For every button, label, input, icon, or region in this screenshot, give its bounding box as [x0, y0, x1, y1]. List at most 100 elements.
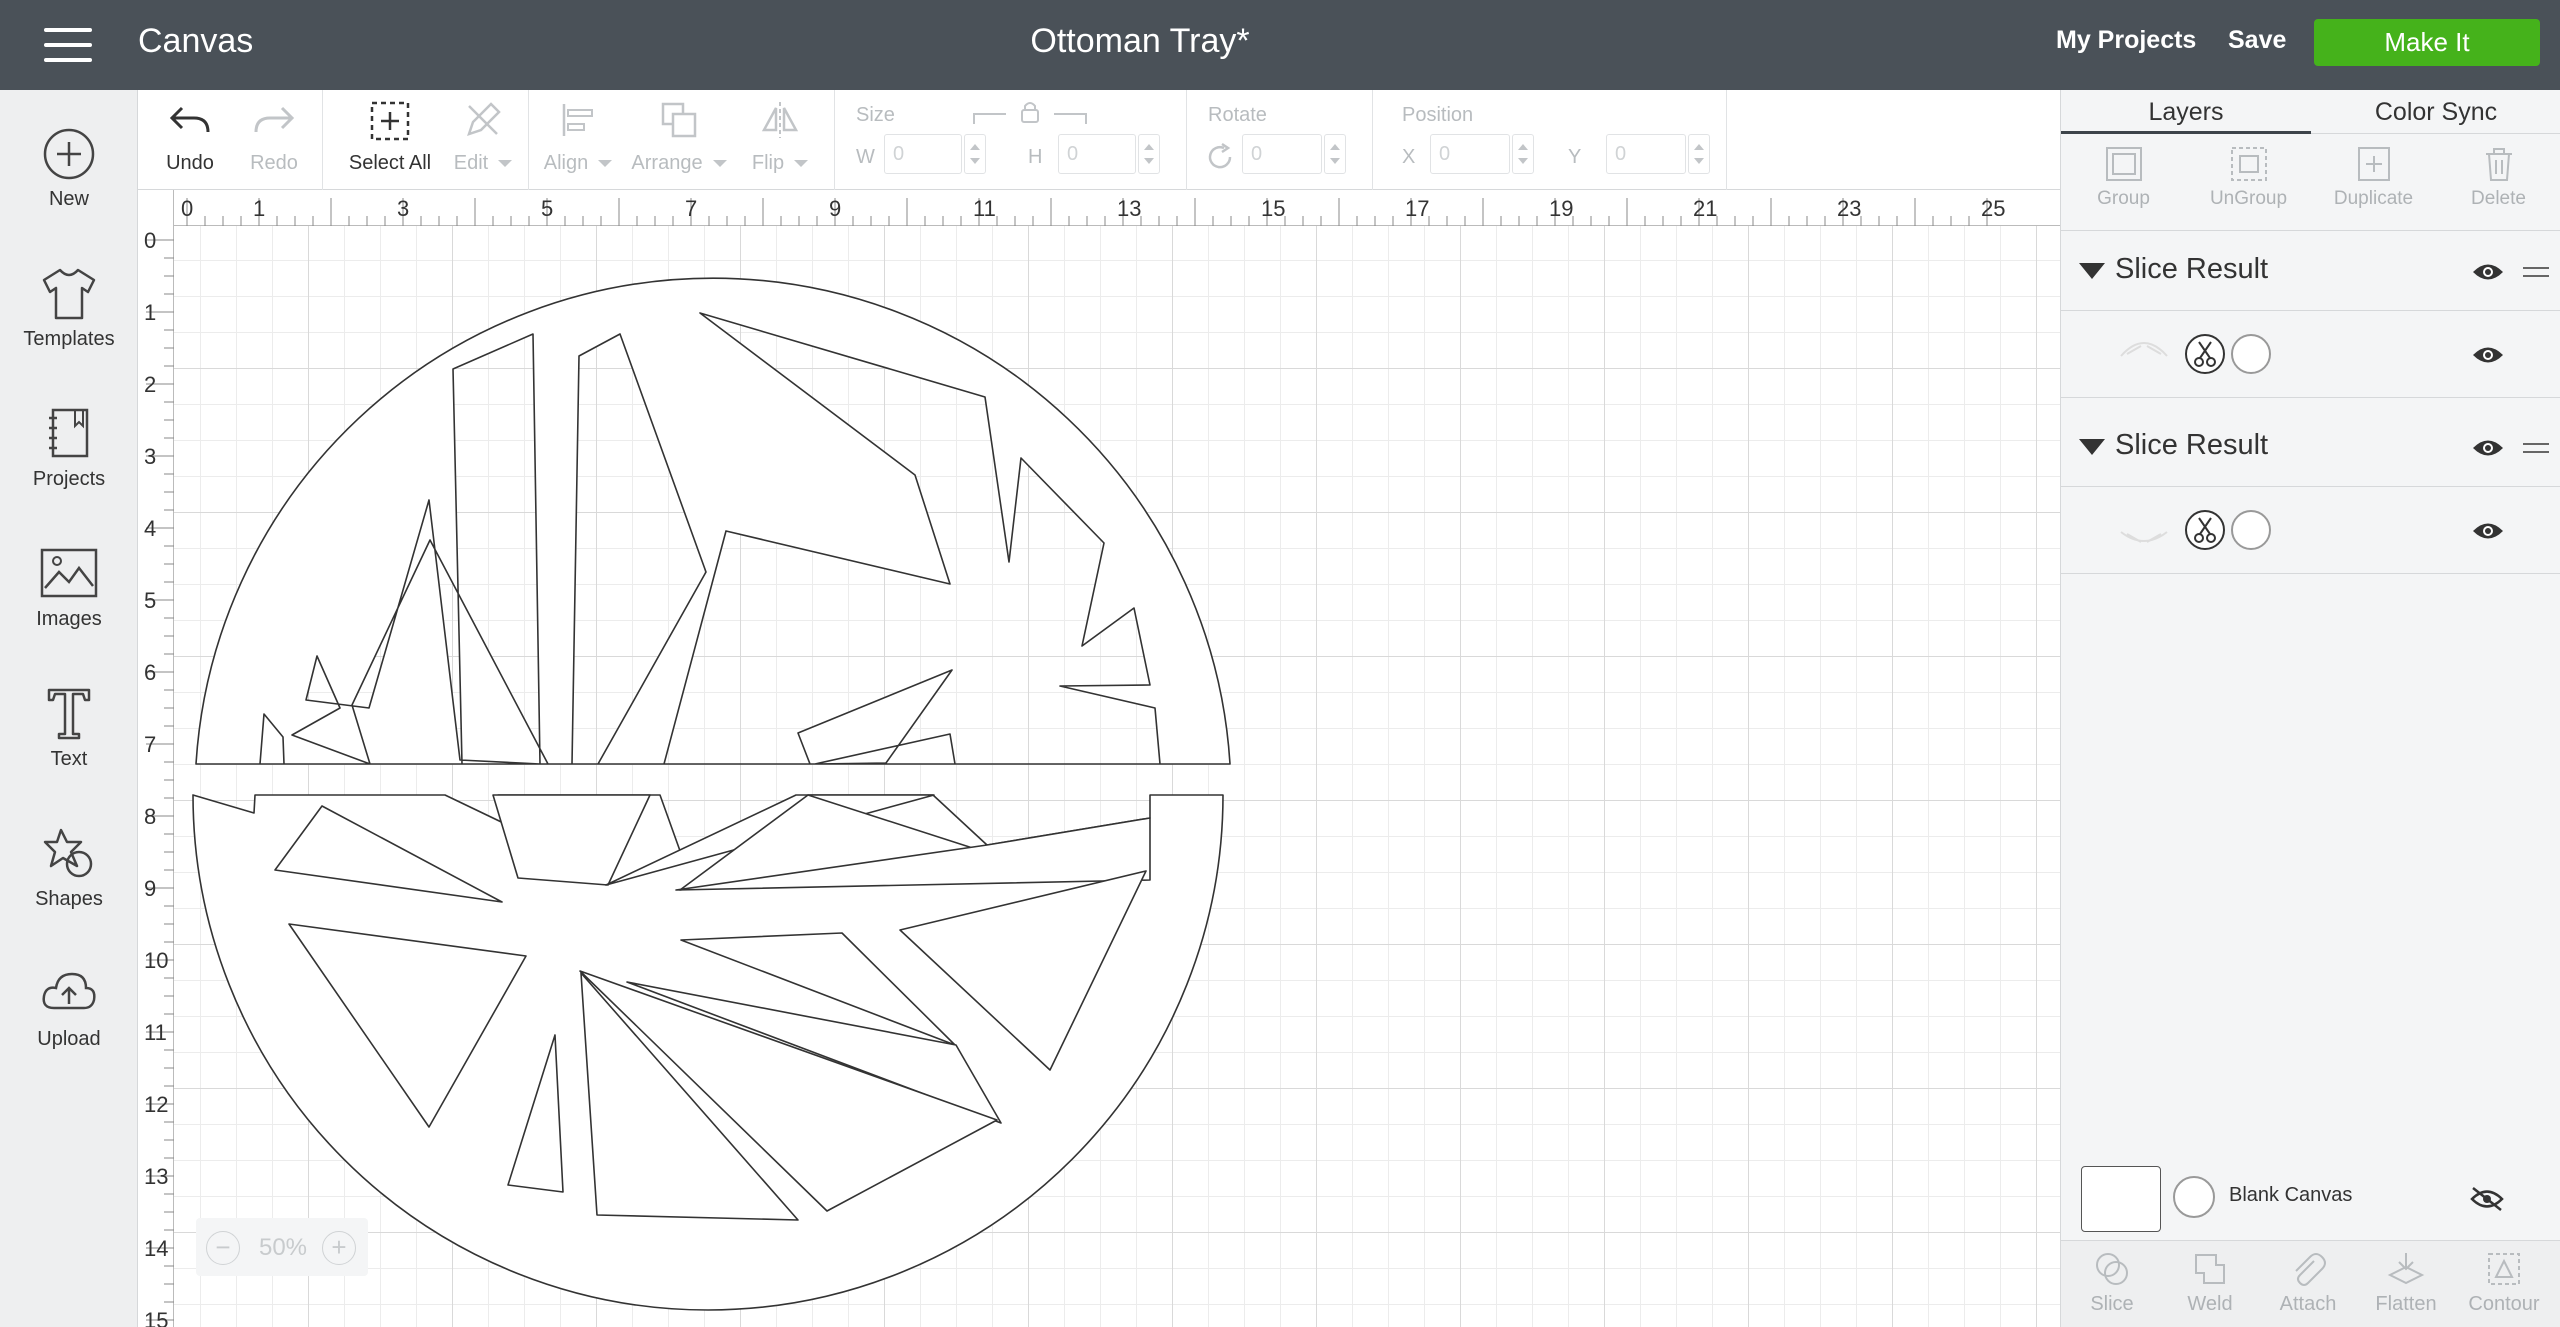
contour-icon [2488, 1253, 2520, 1285]
vertical-ruler [138, 190, 174, 1327]
width-stepper[interactable] [964, 134, 986, 174]
eye-icon[interactable] [2471, 437, 2505, 459]
ruler-label: 5 [144, 588, 157, 613]
zoom-in-button[interactable]: + [322, 1231, 356, 1265]
sidebar-item-templates[interactable]: Templates [0, 266, 138, 351]
make-it-button[interactable]: Make It [2314, 19, 2540, 66]
zoom-level: 50% [258, 1234, 308, 1261]
group-button[interactable]: Group [2061, 144, 2186, 210]
ottoman-tray-design[interactable] [174, 226, 2060, 1327]
sidebar-item-images[interactable]: Images [0, 546, 138, 631]
flip-label: Flip [738, 152, 822, 175]
sidebar-item-shapes[interactable]: Shapes [0, 826, 138, 911]
undo-button[interactable]: Undo [148, 90, 232, 190]
layer-group-header[interactable]: Slice Result [2061, 231, 2560, 311]
toolbar-divider [1186, 90, 1187, 190]
toolbar: Undo Redo Select All Edit Align Arrange … [138, 90, 2060, 190]
redo-button[interactable]: Redo [232, 90, 316, 190]
blank-canvas-row[interactable]: Blank Canvas [2061, 1156, 2560, 1236]
edit-icon [467, 102, 501, 136]
weld-label: Weld [2187, 1293, 2233, 1315]
x-label: X [1402, 146, 1416, 168]
height-input[interactable]: 0 [1058, 134, 1136, 174]
y-input[interactable]: 0 [1606, 134, 1686, 174]
select-all-button[interactable]: Select All [330, 90, 450, 190]
ungroup-button[interactable]: UnGroup [2186, 144, 2311, 210]
hamburger-menu-icon[interactable] [40, 24, 98, 66]
sidebar-item-label: Upload [37, 1028, 101, 1050]
edit-dropdown[interactable]: Edit [442, 90, 524, 190]
arrange-dropdown[interactable]: Arrange [624, 90, 734, 190]
layer-row[interactable] [2061, 488, 2560, 574]
toolbar-divider [1726, 90, 1727, 190]
eye-icon[interactable] [2471, 261, 2505, 283]
tshirt-icon [42, 268, 96, 320]
layers-panel: Layers Color Sync Group UnGroup Duplicat… [2060, 90, 2560, 1327]
sidebar-item-text[interactable]: Text [0, 686, 138, 771]
weld-button[interactable]: Weld [2161, 1249, 2259, 1316]
ruler-label: 3 [144, 444, 157, 469]
eye-icon[interactable] [2471, 344, 2505, 366]
select-all-icon [370, 101, 410, 141]
height-stepper[interactable] [1138, 134, 1160, 174]
undo-label: Undo [166, 152, 214, 174]
color-swatch[interactable] [2231, 334, 2271, 374]
color-swatch[interactable] [2231, 510, 2271, 550]
my-projects-link[interactable]: My Projects [2056, 26, 2196, 55]
collapse-triangle-icon[interactable] [2079, 263, 2105, 279]
scissors-icon[interactable] [2185, 510, 2225, 550]
width-input[interactable]: 0 [884, 134, 962, 174]
layer-row[interactable] [2061, 312, 2560, 398]
rotate-stepper[interactable] [1324, 134, 1346, 174]
attach-button[interactable]: Attach [2259, 1249, 2357, 1316]
bottom-tools: Slice Weld Attach Flatten Contour [2061, 1240, 2560, 1327]
eye-hidden-icon[interactable] [2469, 1186, 2505, 1212]
flatten-label: Flatten [2375, 1293, 2437, 1315]
rotate-input[interactable]: 0 [1242, 134, 1322, 174]
redo-icon [254, 106, 295, 133]
design-canvas[interactable] [174, 226, 2060, 1327]
lock-ratio-icon[interactable] [970, 98, 1090, 132]
collapse-triangle-icon[interactable] [2079, 439, 2105, 455]
ruler-label: 2 [144, 372, 157, 397]
scissors-icon[interactable] [2185, 334, 2225, 374]
flip-dropdown[interactable]: Flip [738, 90, 822, 190]
sidebar-item-new[interactable]: New [0, 126, 138, 211]
ruler-label: 9 [829, 196, 842, 221]
align-dropdown[interactable]: Align [536, 90, 620, 190]
flatten-button[interactable]: Flatten [2357, 1249, 2455, 1316]
sidebar-item-upload[interactable]: Upload [0, 966, 138, 1051]
ruler-label: 15 [1261, 196, 1286, 221]
x-input[interactable]: 0 [1430, 134, 1510, 174]
slice-button[interactable]: Slice [2063, 1249, 2161, 1316]
toolbar-divider [528, 90, 529, 190]
drag-handle-icon[interactable] [2523, 443, 2549, 453]
tab-layers[interactable]: Layers [2061, 90, 2311, 134]
contour-button[interactable]: Contour [2455, 1249, 2553, 1316]
arrange-icon [661, 102, 697, 138]
y-stepper[interactable] [1688, 134, 1710, 174]
ruler-label: 3 [397, 196, 410, 221]
save-button[interactable]: Save [2228, 26, 2286, 55]
tab-color-sync[interactable]: Color Sync [2311, 90, 2560, 134]
ungroup-label: UnGroup [2209, 188, 2288, 209]
size-group-label: Size [856, 104, 895, 126]
sidebar-item-projects[interactable]: Projects [0, 406, 138, 491]
x-stepper[interactable] [1512, 134, 1534, 174]
rotate-group-label: Rotate [1208, 104, 1267, 126]
zoom-out-button[interactable]: − [206, 1231, 240, 1265]
sidebar-item-label: Images [36, 608, 102, 630]
color-swatch[interactable] [2173, 1176, 2215, 1218]
duplicate-button[interactable]: Duplicate [2311, 144, 2436, 210]
ruler-label: 5 [541, 196, 554, 221]
flip-text: Flip [751, 152, 785, 174]
notebook-icon [49, 408, 89, 458]
drag-handle-icon[interactable] [2523, 267, 2549, 277]
sidebar-item-label: Text [50, 748, 88, 770]
eye-icon[interactable] [2471, 520, 2505, 542]
toolbar-divider [834, 90, 835, 190]
delete-button[interactable]: Delete [2436, 144, 2560, 210]
document-title[interactable]: Ottoman Tray* [980, 22, 1300, 61]
blank-canvas-swatch[interactable] [2081, 1166, 2161, 1232]
layer-group-header[interactable]: Slice Result [2061, 407, 2560, 487]
